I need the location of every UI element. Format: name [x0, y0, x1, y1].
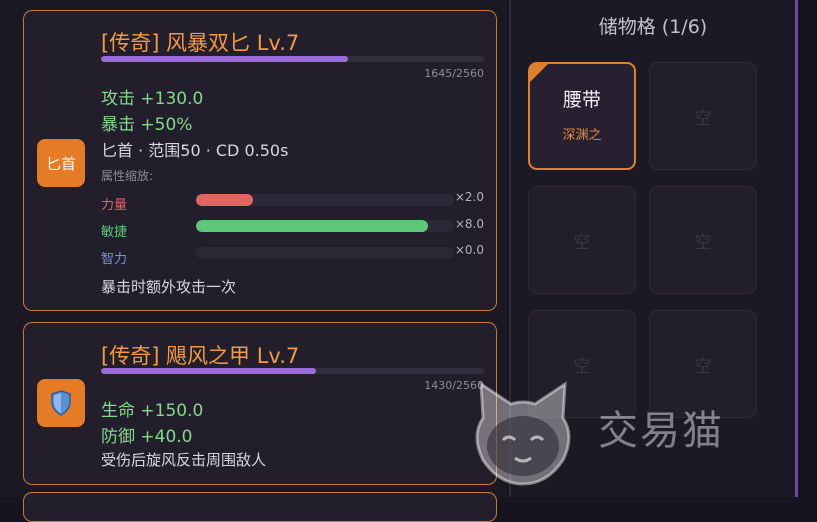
attr-fill-strength — [196, 194, 253, 206]
attr-label-strength: 力量 — [101, 198, 128, 213]
equipment-card-dagger[interactable]: 匕首 [传奇] 风暴双匕 Lv.7 1645/2560 攻击 +130.0 暴击… — [23, 10, 497, 311]
slot-item-name: 腰带 — [562, 89, 601, 111]
storage-slot-4[interactable]: 空 — [649, 186, 757, 294]
slot-item-sub: 深渊之 — [562, 128, 602, 143]
right-edge-border — [795, 0, 798, 497]
xp-bar — [101, 56, 485, 62]
equipment-panel: 匕首 [传奇] 风暴双匕 Lv.7 1645/2560 攻击 +130.0 暴击… — [0, 0, 507, 522]
item-description: 受伤后旋风反击周围敌人 — [101, 451, 267, 469]
stat-defense: 防御 +40.0 — [101, 427, 193, 447]
attr-mult-agility: ×8.0 — [454, 217, 484, 231]
shield-icon — [51, 390, 71, 416]
stat-attack: 攻击 +130.0 — [101, 89, 204, 109]
watermark-text: 交易猫 — [598, 408, 724, 454]
slot-corner-marker — [530, 64, 548, 82]
item-description: 暴击时额外攻击一次 — [101, 278, 237, 296]
storage-slot-3[interactable]: 空 — [528, 186, 636, 294]
storage-slot-2[interactable]: 空 — [649, 62, 757, 170]
dagger-icon: 匕首 — [37, 139, 85, 187]
attr-mult-strength: ×2.0 — [454, 190, 484, 204]
storage-title: 储物格 (1/6) — [598, 16, 708, 38]
attr-label-intellect: 智力 — [101, 252, 128, 267]
item-title: [传奇] 飓风之甲 Lv.7 — [101, 344, 300, 368]
xp-bar-fill — [101, 368, 316, 374]
attr-bar-agility — [196, 220, 454, 232]
xp-bar-fill — [101, 56, 348, 62]
dagger-icon-label: 匕首 — [45, 154, 76, 173]
item-title: [传奇] 风暴双匕 Lv.7 — [101, 31, 300, 55]
xp-text: 1645/2560 — [424, 67, 484, 80]
attr-bar-strength — [196, 194, 454, 206]
storage-slot-1[interactable]: 腰带 深渊之 — [528, 62, 636, 170]
attr-fill-agility — [196, 220, 429, 232]
stat-crit: 暴击 +50% — [101, 115, 193, 135]
attr-label-agility: 敏捷 — [101, 225, 128, 240]
equipment-card-armor[interactable]: [传奇] 飓风之甲 Lv.7 1430/2560 生命 +150.0 防御 +4… — [23, 322, 497, 485]
xp-bar — [101, 368, 485, 374]
attr-bar-intellect — [196, 247, 454, 259]
armor-icon-box — [37, 379, 85, 427]
item-meta: 匕首 · 范围50 · CD 0.50s — [101, 141, 289, 160]
attr-mult-intellect: ×0.0 — [454, 243, 484, 257]
scaling-header: 属性缩放: — [101, 169, 154, 183]
stat-hp: 生命 +150.0 — [101, 401, 204, 421]
